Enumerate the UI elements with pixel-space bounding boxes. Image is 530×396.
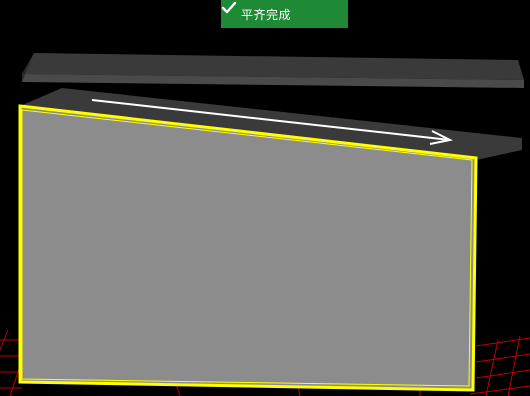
toast-message: 平齐完成 xyxy=(241,7,292,22)
status-toast: 平齐完成 xyxy=(221,0,348,28)
check-icon xyxy=(221,1,237,14)
top-slab[interactable] xyxy=(22,53,524,88)
3d-viewport[interactable]: 平齐完成 xyxy=(0,0,530,396)
scene-canvas[interactable] xyxy=(0,0,530,396)
